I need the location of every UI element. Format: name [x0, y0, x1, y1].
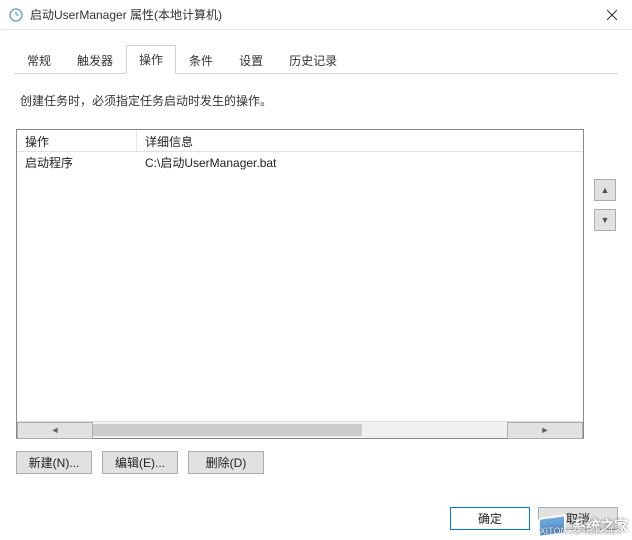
scroll-left-icon[interactable]: ◄ [17, 422, 93, 439]
tab-conditions[interactable]: 条件 [176, 46, 226, 74]
actions-panel: 操作 详细信息 启动程序 C:\启动UserManager.bat ◄ ► ▲ [16, 129, 616, 439]
ok-button[interactable]: 确定 [450, 507, 530, 530]
reorder-buttons: ▲ ▼ [594, 179, 616, 231]
title-bar: 启动UserManager 属性(本地计算机) [0, 0, 632, 30]
scroll-track[interactable] [93, 422, 507, 438]
tab-general[interactable]: 常规 [14, 46, 64, 74]
triangle-down-icon: ▼ [601, 215, 610, 225]
new-button[interactable]: 新建(N)... [16, 451, 92, 474]
app-icon [8, 7, 24, 23]
window-title: 启动UserManager 属性(本地计算机) [30, 6, 592, 23]
action-buttons-row: 新建(N)... 编辑(E)... 删除(D) [16, 451, 616, 474]
table-body: 启动程序 C:\启动UserManager.bat [17, 152, 583, 421]
tab-history[interactable]: 历史记录 [276, 46, 350, 74]
triangle-up-icon: ▲ [601, 185, 610, 195]
dialog-content: 常规 触发器 操作 条件 设置 历史记录 创建任务时，必须指定任务启动时发生的操… [0, 30, 632, 484]
cell-details: C:\启动UserManager.bat [137, 152, 583, 173]
tab-triggers[interactable]: 触发器 [64, 46, 126, 74]
move-down-button[interactable]: ▼ [594, 209, 616, 231]
cancel-button[interactable]: 取消 [538, 507, 618, 530]
dialog-footer: 确定 取消 [450, 507, 618, 530]
table-row[interactable]: 启动程序 C:\启动UserManager.bat [17, 152, 583, 172]
table-header: 操作 详细信息 [17, 130, 583, 152]
close-button[interactable] [592, 0, 632, 30]
close-icon [607, 10, 617, 20]
delete-button[interactable]: 删除(D) [188, 451, 264, 474]
tab-strip: 常规 触发器 操作 条件 设置 历史记录 [14, 44, 618, 74]
horizontal-scrollbar[interactable]: ◄ ► [17, 421, 583, 438]
tab-actions[interactable]: 操作 [126, 45, 176, 74]
actions-table[interactable]: 操作 详细信息 启动程序 C:\启动UserManager.bat ◄ ► [16, 129, 584, 439]
move-up-button[interactable]: ▲ [594, 179, 616, 201]
cell-action: 启动程序 [17, 152, 137, 173]
tab-settings[interactable]: 设置 [226, 46, 276, 74]
scroll-thumb[interactable] [93, 424, 362, 436]
scroll-right-icon[interactable]: ► [507, 422, 583, 439]
edit-button[interactable]: 编辑(E)... [102, 451, 178, 474]
col-header-action[interactable]: 操作 [17, 130, 137, 151]
description-text: 创建任务时，必须指定任务启动时发生的操作。 [14, 74, 618, 125]
col-header-details[interactable]: 详细信息 [137, 130, 583, 151]
